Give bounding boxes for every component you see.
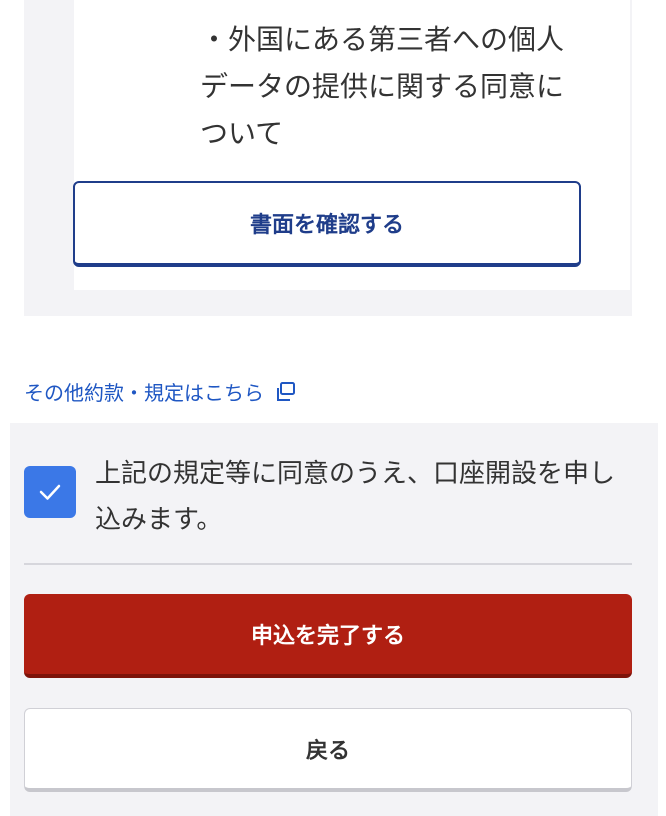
confirm-document-button[interactable]: 書面を確認する (73, 181, 581, 267)
divider (24, 563, 632, 565)
back-button-label: 戻る (305, 738, 350, 764)
consent-checkbox[interactable] (24, 466, 76, 518)
document-bullet-text: ・外国にある第三者への個人 データの提供に関する同意に ついて (200, 23, 565, 150)
submit-application-button[interactable]: 申込を完了する (24, 594, 632, 678)
checkmark-icon (39, 484, 61, 500)
other-terms-link[interactable]: その他約款・規定はこちら (24, 377, 296, 406)
external-window-icon (277, 381, 295, 401)
back-button[interactable]: 戻る (24, 708, 632, 792)
consent-text: 上記の規定等に同意のうえ、口座開設を申し込みます。 (95, 459, 616, 535)
submit-application-button-label: 申込を完了する (250, 624, 405, 649)
confirm-document-button-label: 書面を確認する (249, 213, 404, 238)
other-terms-link-label: その他約款・規定はこちら (24, 381, 264, 405)
